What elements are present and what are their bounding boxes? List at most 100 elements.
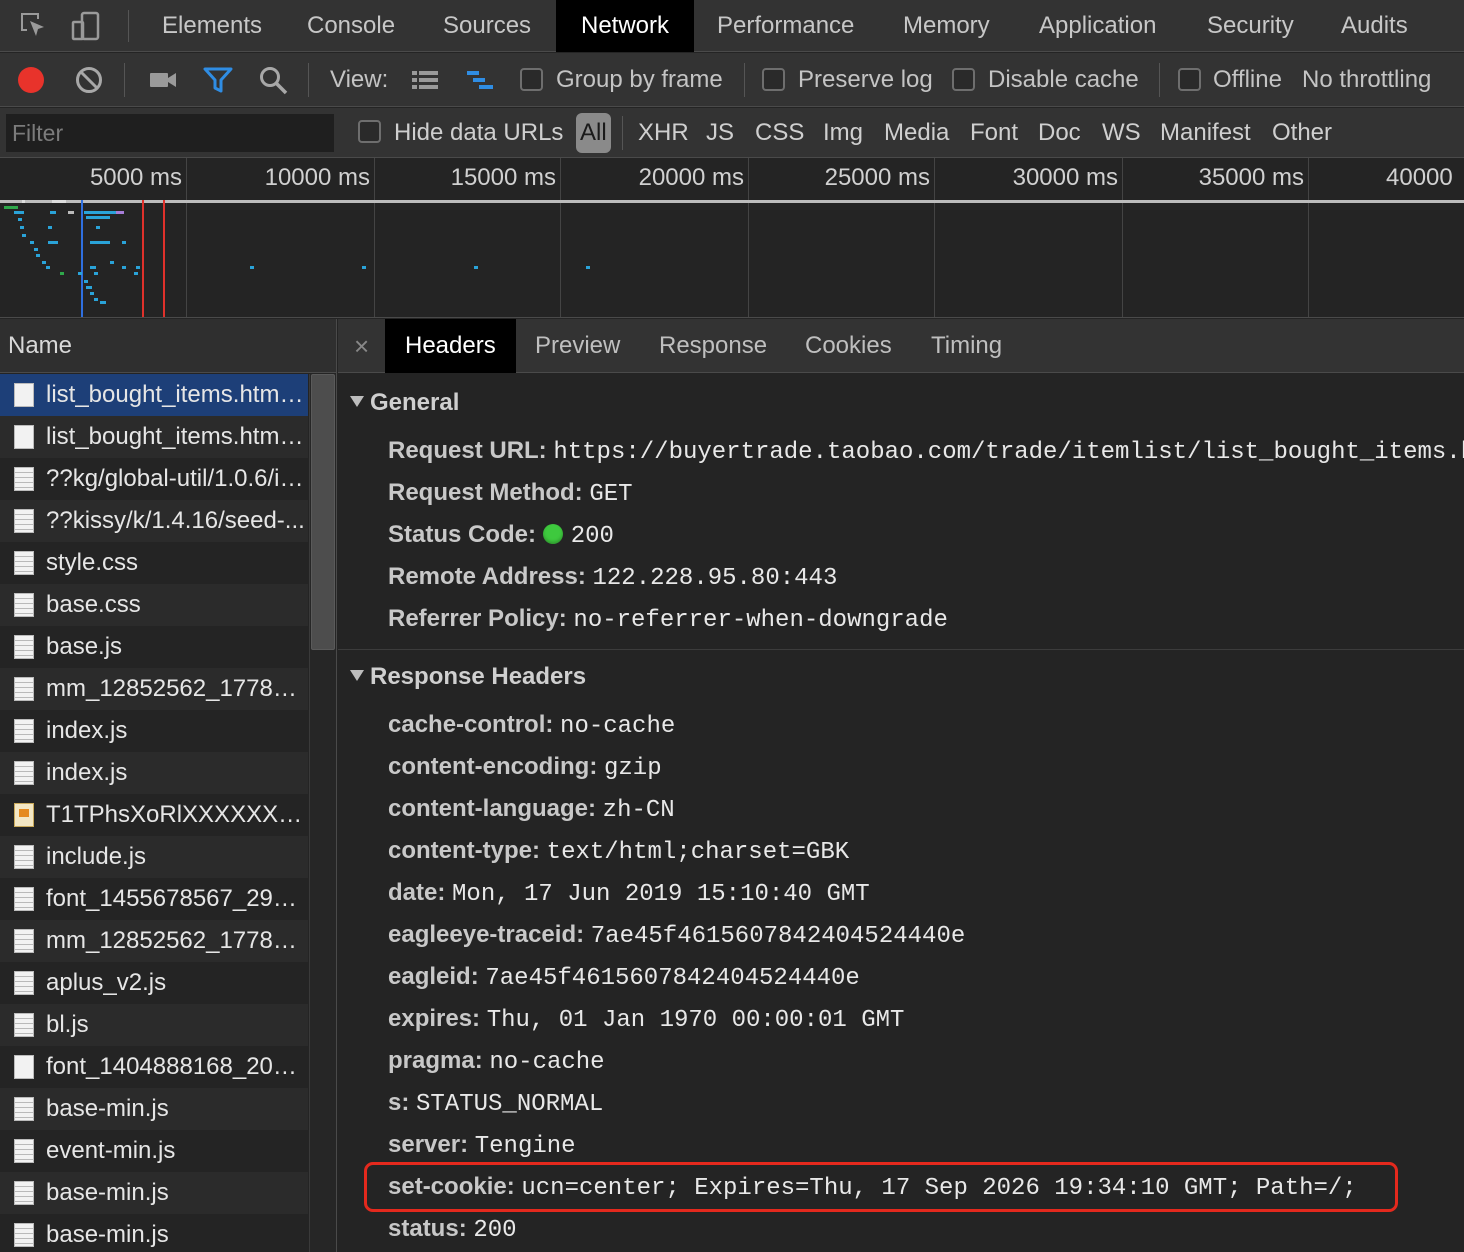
- request-row[interactable]: base-min.js: [0, 1214, 308, 1252]
- large-rows-icon[interactable]: [410, 65, 440, 95]
- type-filter-css[interactable]: CSS: [755, 108, 804, 158]
- type-filter-other[interactable]: Other: [1272, 108, 1332, 158]
- tab-security[interactable]: Security: [1207, 0, 1294, 52]
- type-filter-ws[interactable]: WS: [1102, 108, 1141, 158]
- screenshot-camera-icon[interactable]: [148, 65, 178, 95]
- tab-headers[interactable]: Headers: [385, 319, 516, 373]
- script-icon: [14, 1097, 34, 1121]
- tab-response[interactable]: Response: [659, 319, 767, 373]
- device-toolbar-icon[interactable]: [70, 10, 102, 42]
- request-name: event-min.js: [46, 1137, 176, 1164]
- request-name: font_1455678567_2934...: [46, 885, 308, 912]
- preserve-log-checkbox[interactable]: [762, 68, 785, 91]
- request-list-scrollbar[interactable]: [309, 374, 336, 1252]
- name-column-header[interactable]: Name: [0, 319, 336, 373]
- script-icon: [14, 635, 34, 659]
- request-row[interactable]: base.js: [0, 626, 308, 668]
- header-row: server: Tengine: [388, 1125, 576, 1165]
- header-value: STATUS_NORMAL: [416, 1091, 604, 1118]
- request-row[interactable]: index.js: [0, 710, 308, 752]
- tab-audits[interactable]: Audits: [1341, 0, 1408, 52]
- request-row[interactable]: list_bought_items.htm?...: [0, 416, 308, 458]
- type-filter-js[interactable]: JS: [706, 108, 734, 158]
- network-overview[interactable]: 5000 ms 10000 ms 15000 ms 20000 ms 25000…: [0, 158, 1464, 318]
- filter-input[interactable]: [6, 114, 334, 152]
- script-icon: [14, 1139, 34, 1163]
- type-filter-manifest[interactable]: Manifest: [1160, 108, 1251, 158]
- request-row[interactable]: event-min.js: [0, 1130, 308, 1172]
- request-row[interactable]: ??kg/global-util/1.0.6/in...: [0, 458, 308, 500]
- tab-performance[interactable]: Performance: [717, 0, 854, 52]
- tab-memory[interactable]: Memory: [903, 0, 990, 52]
- header-value: no-cache: [560, 713, 676, 740]
- doc-icon: [14, 425, 34, 449]
- search-icon[interactable]: [258, 65, 288, 95]
- close-details-icon[interactable]: ×: [354, 319, 369, 373]
- tab-network[interactable]: Network: [556, 0, 694, 52]
- header-value: 7ae45f4615607842404524440e: [485, 965, 860, 992]
- type-filter-font[interactable]: Font: [970, 108, 1018, 158]
- type-filter-all[interactable]: All: [576, 113, 611, 153]
- network-toolbar: View: Group by frame Preserve log Disabl…: [0, 53, 1464, 107]
- type-filter-doc[interactable]: Doc: [1038, 108, 1081, 158]
- script-icon: [14, 1223, 34, 1247]
- header-value: https://buyertrade.taobao.com/trade/item…: [553, 439, 1464, 466]
- request-row[interactable]: base-min.js: [0, 1172, 308, 1214]
- request-row[interactable]: font_1455678567_2934...: [0, 878, 308, 920]
- request-row[interactable]: mm_12852562_177806...: [0, 668, 308, 710]
- header-row: status: 200: [388, 1209, 517, 1249]
- clear-icon[interactable]: [74, 65, 104, 95]
- request-row[interactable]: font_1404888168_2057...: [0, 1046, 308, 1088]
- inspect-element-icon[interactable]: [18, 10, 50, 42]
- type-filter-xhr[interactable]: XHR: [638, 108, 689, 158]
- request-row[interactable]: bl.js: [0, 1004, 308, 1046]
- request-row[interactable]: list_bought_items.htm?...: [0, 374, 308, 416]
- throttling-select[interactable]: No throttling: [1302, 53, 1431, 107]
- type-filter-img[interactable]: Img: [823, 108, 863, 158]
- response-headers-section-toggle[interactable]: Response Headers: [350, 663, 586, 691]
- request-name: base-min.js: [46, 1179, 169, 1206]
- scrollbar-thumb[interactable]: [311, 374, 335, 650]
- script-icon: [14, 887, 34, 911]
- request-row[interactable]: aplus_v2.js: [0, 962, 308, 1004]
- header-key: server:: [388, 1131, 469, 1158]
- header-row: Request URL: https://buyertrade.taobao.c…: [388, 431, 1464, 471]
- tab-application[interactable]: Application: [1039, 0, 1156, 52]
- request-row[interactable]: mm_12852562_177806...: [0, 920, 308, 962]
- request-row[interactable]: index.js: [0, 752, 308, 794]
- waterfall-overview-icon[interactable]: [465, 65, 495, 95]
- header-key: Status Code:: [388, 521, 537, 548]
- request-name: base.css: [46, 591, 141, 618]
- request-name: mm_12852562_177806...: [46, 927, 308, 954]
- request-row[interactable]: style.css: [0, 542, 308, 584]
- script-icon: [14, 761, 34, 785]
- hide-data-urls-checkbox[interactable]: [358, 120, 381, 143]
- tab-preview[interactable]: Preview: [535, 319, 620, 373]
- general-section-title: General: [370, 389, 460, 416]
- script-icon: [14, 1013, 34, 1037]
- tab-sources[interactable]: Sources: [443, 0, 531, 52]
- request-row[interactable]: base.css: [0, 584, 308, 626]
- disable-cache-checkbox[interactable]: [952, 68, 975, 91]
- stylesheet-icon: [14, 551, 34, 575]
- tab-timing[interactable]: Timing: [931, 319, 1002, 373]
- request-row[interactable]: base-min.js: [0, 1088, 308, 1130]
- request-row[interactable]: T1TPhsXoRlXXXXXXXX...: [0, 794, 308, 836]
- tab-console[interactable]: Console: [307, 0, 395, 52]
- toolbar-divider: [622, 116, 623, 150]
- type-filter-media[interactable]: Media: [884, 108, 949, 158]
- script-icon: [14, 677, 34, 701]
- tab-elements[interactable]: Elements: [162, 0, 262, 52]
- grid-line: [748, 158, 749, 317]
- tab-cookies[interactable]: Cookies: [805, 319, 892, 373]
- record-icon[interactable]: [16, 65, 46, 95]
- general-section-toggle[interactable]: General: [350, 389, 459, 417]
- request-row[interactable]: ??kissy/k/1.4.16/seed-...: [0, 500, 308, 542]
- request-row[interactable]: include.js: [0, 836, 308, 878]
- filter-icon[interactable]: [203, 65, 233, 95]
- script-icon: [14, 845, 34, 869]
- group-by-frame-checkbox[interactable]: [520, 68, 543, 91]
- request-name: include.js: [46, 843, 147, 870]
- offline-checkbox[interactable]: [1178, 68, 1201, 91]
- filter-bar: Hide data URLs All XHR JS CSS Img Media …: [0, 108, 1464, 158]
